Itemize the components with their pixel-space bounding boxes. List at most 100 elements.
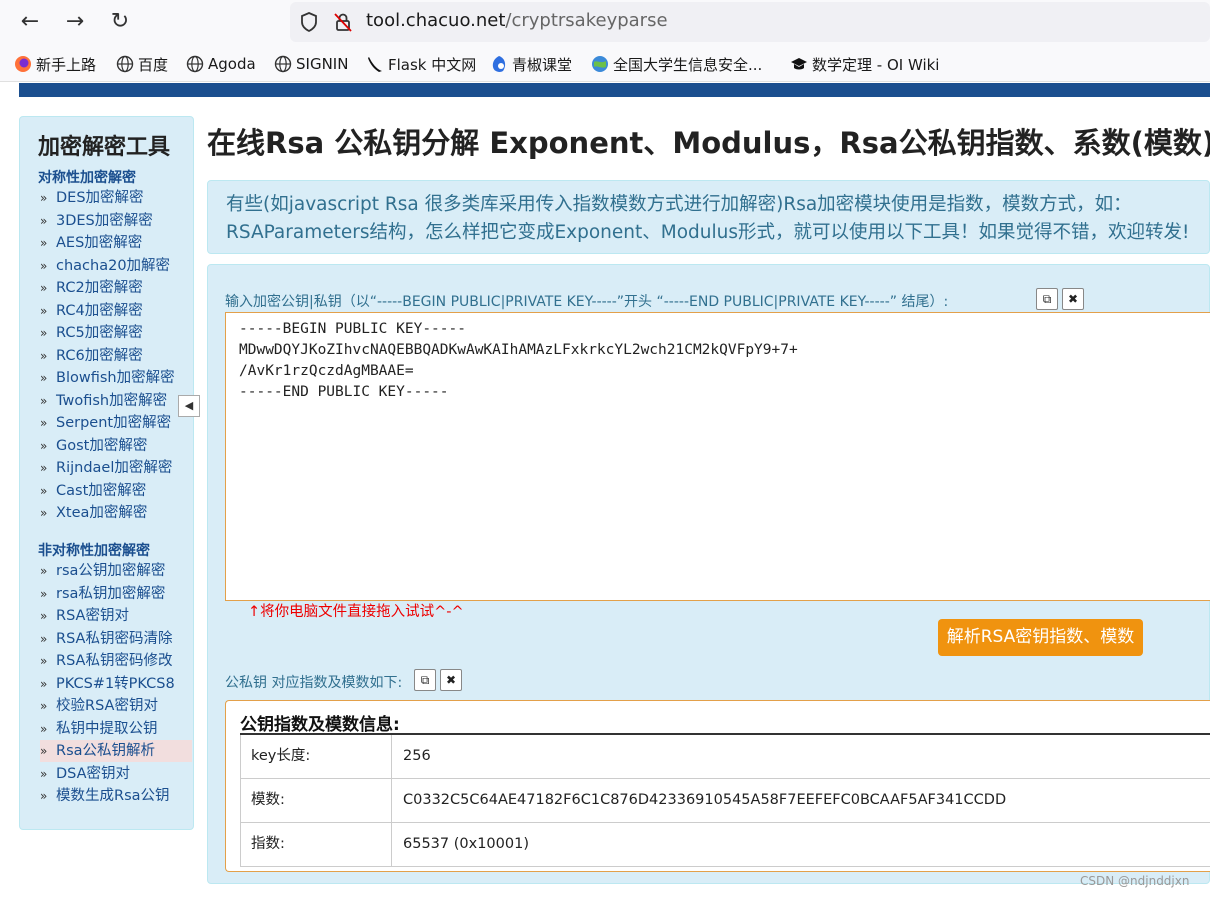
sidebar-item[interactable]: » rsa私钥加密解密 xyxy=(40,583,192,605)
double-chevron-icon: » xyxy=(40,654,48,668)
double-chevron-icon: » xyxy=(40,586,48,601)
sidebar-item[interactable]: » 私钥中提取公钥 xyxy=(40,718,192,740)
sidebar-item[interactable]: » 校验RSA密钥对 xyxy=(40,695,192,717)
bookmark-item[interactable]: SIGNIN xyxy=(274,53,348,75)
copy-icon[interactable]: ⧉ xyxy=(414,669,436,691)
bookmark-label: 新手上路 xyxy=(36,55,97,74)
bookmark-label: 全国大学生信息安全... xyxy=(613,55,763,74)
sidebar-item[interactable]: » Rijndael加密解密 xyxy=(40,457,192,479)
bookmark-label: 数学定理 - OI Wiki xyxy=(812,55,940,74)
sidebar-item[interactable]: » RSA密钥对 xyxy=(40,605,192,627)
sidebar-item-label: 3DES加密解密 xyxy=(56,212,153,229)
sidebar-item-label: Twofish加密解密 xyxy=(56,392,168,409)
sidebar-item[interactable]: » RC6加密解密 xyxy=(40,345,192,367)
sidebar-item[interactable]: » Rsa公私钥解析 xyxy=(40,740,192,762)
sidebar-item-label: RC2加密解密 xyxy=(56,280,143,296)
globe-icon xyxy=(274,55,292,73)
table-row: 模数: C0332C5C64AE47182F6C1C876D4233691054… xyxy=(240,779,1210,823)
double-chevron-icon: » xyxy=(40,303,48,318)
sidebar-item-label: RSA私钥密码清除 xyxy=(56,630,173,647)
sidebar-item-label: Serpent加密解密 xyxy=(56,415,172,431)
sidebar-item[interactable]: » Twofish加密解密 xyxy=(40,390,192,412)
sidebar-item[interactable]: » RC5加密解密 xyxy=(40,322,192,344)
sidebar-title: 加密解密工具 xyxy=(38,135,171,160)
forward-arrow-icon[interactable]: → xyxy=(61,8,89,36)
watermark: CSDN @ndjnddjxn xyxy=(1080,874,1190,888)
reload-icon[interactable]: ↻ xyxy=(106,8,134,36)
sidebar-item[interactable]: » RSA私钥密码修改 xyxy=(40,650,192,672)
insecure-lock-icon[interactable] xyxy=(334,12,352,32)
sidebar-collapse-button[interactable]: ◀ xyxy=(178,395,200,417)
sidebar-item[interactable]: » Cast加密解密 xyxy=(40,480,192,502)
double-chevron-icon: » xyxy=(40,506,48,520)
sidebar-item[interactable]: » RC2加密解密 xyxy=(40,277,192,299)
url-text[interactable]: tool.chacuo.net/cryptrsakeyparse xyxy=(366,10,668,31)
bookmark-item[interactable]: 新手上路 xyxy=(14,53,96,75)
clear-icon[interactable]: ✖ xyxy=(440,669,462,691)
bookmark-label: SIGNIN xyxy=(296,55,349,73)
globe-icon xyxy=(186,55,204,73)
double-chevron-icon: » xyxy=(40,236,48,250)
sidebar-item[interactable]: » Gost加密解密 xyxy=(40,435,192,457)
sidebar-item[interactable]: » chacha20加解密 xyxy=(40,255,192,277)
sidebar-item-label: RC5加密解密 xyxy=(56,325,143,341)
sidebar-item[interactable]: » DSA密钥对 xyxy=(40,763,192,785)
site-nav-strip xyxy=(19,83,1210,97)
sidebar-item-label: RC6加密解密 xyxy=(56,347,143,364)
firefox-icon xyxy=(15,56,31,72)
sidebar-item[interactable]: » rsa公钥加密解密 xyxy=(40,560,192,582)
sidebar-item[interactable]: » 模数生成Rsa公钥 xyxy=(40,785,192,807)
double-chevron-icon: » xyxy=(40,213,48,228)
clear-icon[interactable]: ✖ xyxy=(1062,288,1084,310)
double-chevron-icon: » xyxy=(40,326,48,340)
bookmark-label: 百度 xyxy=(138,55,169,74)
sidebar-item[interactable]: » Serpent加密解密 xyxy=(40,412,192,434)
back-arrow-icon[interactable]: ← xyxy=(16,8,44,36)
drag-hint: ↑将你电脑文件直接拖入试试^-^ xyxy=(248,604,464,620)
bookmark-item[interactable]: 百度 xyxy=(116,53,168,75)
sidebar-item-label: RSA私钥密码修改 xyxy=(56,653,173,669)
key-input-textarea[interactable]: -----BEGIN PUBLIC KEY----- MDwwDQYJKoZIh… xyxy=(225,312,1210,601)
double-chevron-icon: » xyxy=(40,564,48,578)
bookmark-item[interactable]: 青椒课堂 xyxy=(490,53,572,75)
sidebar-group-symmetric: 对称性加密解密 xyxy=(38,170,136,186)
parse-button[interactable]: 解析RSA密钥指数、模数 xyxy=(938,619,1143,656)
sidebar-item[interactable]: » PKCS#1转PKCS8 xyxy=(40,673,192,695)
row-value: 65537 (0x10001) xyxy=(403,836,529,852)
bookmark-item[interactable]: 全国大学生信息安全... xyxy=(591,53,762,75)
sidebar-item-label: Blowfish加密解密 xyxy=(56,370,175,386)
sidebar-item[interactable]: » AES加密解密 xyxy=(40,232,192,254)
sidebar-item-label: 校验RSA密钥对 xyxy=(56,698,158,714)
double-chevron-icon: » xyxy=(40,371,48,385)
bookmark-item[interactable]: Flask 中文网 xyxy=(366,53,476,75)
sidebar-item-label: DSA密钥对 xyxy=(56,765,131,782)
double-chevron-icon: » xyxy=(40,461,48,475)
double-chevron-icon: » xyxy=(40,281,48,295)
bookmarks-bar: 新手上路 百度 Agoda SIGNIN Flask 中文网 青椒课堂 全国大学… xyxy=(0,44,1210,82)
sidebar-group-asymmetric: 非对称性加密解密 xyxy=(38,543,150,559)
row-key: 指数: xyxy=(241,823,392,866)
row-value: C0332C5C64AE47182F6C1C876D42336910545A58… xyxy=(403,792,1007,808)
bookmark-item[interactable]: Agoda xyxy=(186,53,256,75)
row-value: 256 xyxy=(403,748,431,764)
result-table: key长度: 256 模数: C0332C5C64AE47182F6C1C876… xyxy=(240,733,1210,867)
double-chevron-icon: » xyxy=(40,744,48,758)
sidebar-item[interactable]: » RC4加密解密 xyxy=(40,300,192,322)
sidebar-item-label: Rsa公私钥解析 xyxy=(56,743,156,759)
sidebar-item[interactable]: » Xtea加密解密 xyxy=(40,502,192,524)
sidebar-item[interactable]: » Blowfish加密解密 xyxy=(40,367,192,389)
shield-icon[interactable] xyxy=(300,12,318,32)
input-label: 输入加密公钥|私钥（以“-----BEGIN PUBLIC|PRIVATE KE… xyxy=(225,294,949,310)
double-chevron-icon: » xyxy=(40,609,48,623)
sidebar-item-label: rsa私钥加密解密 xyxy=(56,585,166,602)
sidebar-item-label: PKCS#1转PKCS8 xyxy=(56,675,175,692)
sidebar-item-label: Rijndael加密解密 xyxy=(56,460,173,476)
bookmark-item[interactable]: 数学定理 - OI Wiki xyxy=(790,53,939,75)
sidebar-item[interactable]: » RSA私钥密码清除 xyxy=(40,628,192,650)
copy-icon[interactable]: ⧉ xyxy=(1036,288,1058,310)
sidebar-item[interactable]: » 3DES加密解密 xyxy=(40,210,192,232)
sidebar-item-label: 模数生成Rsa公钥 xyxy=(56,788,170,804)
sidebar-item-label: RC4加密解密 xyxy=(56,302,143,319)
double-chevron-icon: » xyxy=(40,483,48,498)
sidebar-item[interactable]: » DES加密解密 xyxy=(40,187,192,209)
